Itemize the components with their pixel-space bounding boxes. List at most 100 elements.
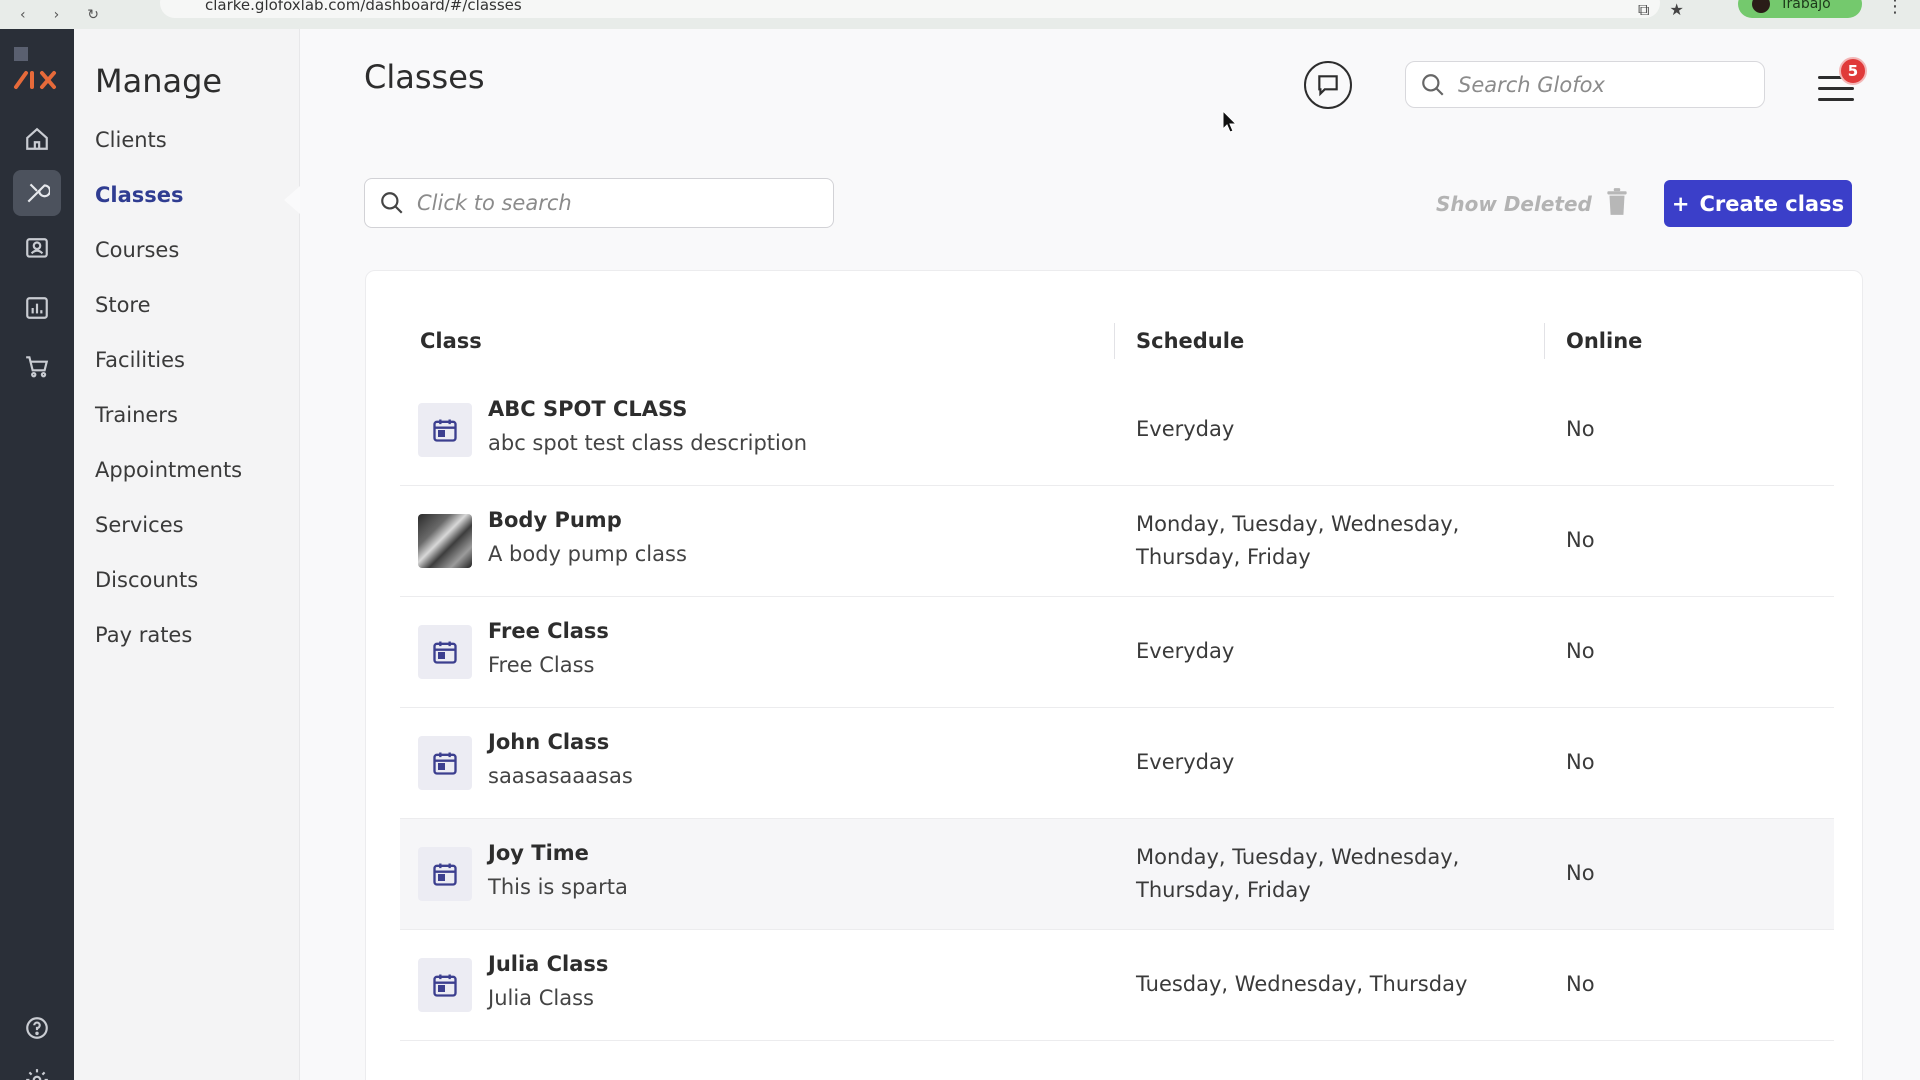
browser-nav: ‹ › ↻ bbox=[20, 7, 99, 23]
analytics-icon bbox=[26, 297, 48, 319]
sidebar-item-appointments[interactable]: Appointments bbox=[95, 458, 242, 482]
rail-help[interactable] bbox=[13, 1005, 61, 1051]
sidebar-item-services[interactable]: Services bbox=[95, 513, 184, 537]
search-icon bbox=[381, 192, 403, 214]
class-name[interactable]: Free Class bbox=[488, 619, 609, 643]
settings-icon bbox=[26, 1069, 48, 1080]
manage-sidebar: Manage Clients Classes Courses Store Fac… bbox=[74, 29, 300, 1080]
sidebar-item-store[interactable]: Store bbox=[95, 293, 151, 317]
create-class-button[interactable]: + Create class bbox=[1664, 180, 1852, 227]
class-schedule: Monday, Tuesday, Wednesday, Thursday, Fr… bbox=[1136, 512, 1460, 569]
global-search-input[interactable] bbox=[1458, 72, 1748, 97]
rail-home[interactable] bbox=[13, 116, 61, 162]
create-class-label: Create class bbox=[1699, 191, 1845, 216]
profile-label: Trabajo bbox=[1780, 0, 1831, 12]
class-schedule: Everyday bbox=[1136, 639, 1235, 663]
chat-icon bbox=[1318, 75, 1338, 97]
class-photo bbox=[418, 514, 472, 568]
calendar-icon bbox=[433, 641, 457, 664]
class-schedule: Everyday bbox=[1136, 750, 1235, 774]
sidebar-item-courses[interactable]: Courses bbox=[95, 238, 179, 262]
table-row[interactable]: Free Class Free Class Everyday No bbox=[400, 597, 1834, 708]
trash-icon[interactable] bbox=[1604, 187, 1630, 217]
calendar-icon bbox=[433, 863, 457, 886]
classes-table: Class Schedule Online ABC SPOT CLASS abc… bbox=[365, 270, 1863, 1080]
translate-icon[interactable]: ⧉ bbox=[1638, 0, 1649, 20]
cart-icon bbox=[26, 356, 49, 378]
contacts-icon bbox=[26, 238, 48, 258]
table-row[interactable]: Julia Class Julia Class Tuesday, Wednesd… bbox=[400, 930, 1834, 1041]
plus-icon: + bbox=[1671, 191, 1690, 216]
class-name[interactable]: John Class bbox=[488, 730, 609, 754]
rail-contacts[interactable] bbox=[13, 226, 61, 272]
class-thumbnail bbox=[418, 736, 472, 790]
address-bar-icons: ⧉ ★ bbox=[1638, 0, 1684, 20]
sidebar-item-pay-rates[interactable]: Pay rates bbox=[95, 623, 192, 647]
sidebar-item-trainers[interactable]: Trainers bbox=[95, 403, 178, 427]
sidebar-item-classes[interactable]: Classes bbox=[95, 183, 184, 207]
class-online: No bbox=[1566, 750, 1595, 774]
glofox-logo[interactable] bbox=[12, 45, 64, 93]
class-description: Free Class bbox=[488, 653, 595, 677]
class-search-input[interactable] bbox=[417, 191, 817, 215]
global-search[interactable] bbox=[1405, 61, 1765, 108]
class-online: No bbox=[1566, 528, 1595, 552]
rail-manage[interactable] bbox=[13, 170, 61, 216]
column-header-schedule[interactable]: Schedule bbox=[1136, 329, 1244, 353]
table-row[interactable]: Body Pump A body pump class Monday, Tues… bbox=[400, 486, 1834, 597]
column-header-class[interactable]: Class bbox=[420, 329, 482, 353]
class-name[interactable]: Body Pump bbox=[488, 508, 622, 532]
class-schedule: Everyday bbox=[1136, 417, 1235, 441]
menu-icon-bar bbox=[1818, 87, 1854, 90]
rail-settings[interactable] bbox=[13, 1057, 61, 1080]
reload-icon[interactable]: ↻ bbox=[87, 7, 99, 23]
class-description: abc spot test class description bbox=[488, 431, 808, 455]
class-online: No bbox=[1566, 861, 1595, 885]
class-online: No bbox=[1566, 639, 1595, 663]
sidebar-item-discounts[interactable]: Discounts bbox=[95, 568, 198, 592]
forward-icon[interactable]: › bbox=[54, 7, 60, 23]
class-thumbnail bbox=[418, 847, 472, 901]
column-header-online[interactable]: Online bbox=[1566, 329, 1642, 353]
profile-avatar bbox=[1752, 0, 1770, 13]
notification-badge[interactable]: 5 bbox=[1839, 57, 1867, 85]
class-name[interactable]: Julia Class bbox=[488, 952, 608, 976]
table-row[interactable]: John Class saasasaaasas Everyday No bbox=[400, 708, 1834, 819]
bookmark-star-icon[interactable]: ★ bbox=[1669, 0, 1683, 20]
menu-icon-bar bbox=[1818, 98, 1854, 101]
browser-toolbar: ‹ › ↻ clarke.glofoxlab.com/dashboard/#/c… bbox=[0, 0, 1920, 29]
class-thumbnail bbox=[418, 403, 472, 457]
sidebar-item-facilities[interactable]: Facilities bbox=[95, 348, 185, 372]
search-icon bbox=[1422, 73, 1444, 96]
class-online: No bbox=[1566, 417, 1595, 441]
table-row[interactable]: Joy Time This is sparta Monday, Tuesday,… bbox=[400, 819, 1834, 930]
address-bar-url[interactable]: clarke.glofoxlab.com/dashboard/#/classes bbox=[205, 0, 522, 14]
chat-button[interactable] bbox=[1304, 61, 1352, 109]
calendar-icon bbox=[433, 974, 457, 997]
mouse-cursor-icon bbox=[1222, 110, 1238, 133]
column-divider bbox=[1544, 323, 1545, 359]
class-thumbnail bbox=[418, 958, 472, 1012]
class-search[interactable] bbox=[364, 178, 834, 228]
rail-store[interactable] bbox=[13, 343, 61, 389]
manage-title: Manage bbox=[95, 62, 223, 100]
table-header: Class Schedule Online bbox=[366, 271, 1862, 381]
class-name[interactable]: Joy Time bbox=[488, 841, 589, 865]
browser-profile-button[interactable]: Trabajo bbox=[1738, 0, 1862, 18]
class-name[interactable]: ABC SPOT CLASS bbox=[488, 397, 687, 421]
help-icon bbox=[26, 1017, 48, 1039]
rail-analytics[interactable] bbox=[13, 285, 61, 331]
class-schedule: Monday, Tuesday, Wednesday, Thursday, Fr… bbox=[1136, 845, 1460, 902]
sidebar-item-clients[interactable]: Clients bbox=[95, 128, 167, 152]
page-title: Classes bbox=[364, 58, 485, 96]
back-icon[interactable]: ‹ bbox=[20, 7, 26, 23]
class-schedule: Tuesday, Wednesday, Thursday bbox=[1136, 972, 1468, 996]
class-description: saasasaaasas bbox=[488, 764, 633, 788]
browser-menu-icon[interactable]: ⋮ bbox=[1886, 0, 1904, 17]
show-deleted-toggle[interactable]: Show Deleted bbox=[1436, 192, 1592, 216]
class-description: A body pump class bbox=[488, 542, 687, 566]
calendar-icon bbox=[433, 752, 457, 775]
table-row[interactable]: ABC SPOT CLASS abc spot test class descr… bbox=[400, 375, 1834, 486]
class-online: No bbox=[1566, 972, 1595, 996]
wrench-icon bbox=[27, 183, 50, 203]
